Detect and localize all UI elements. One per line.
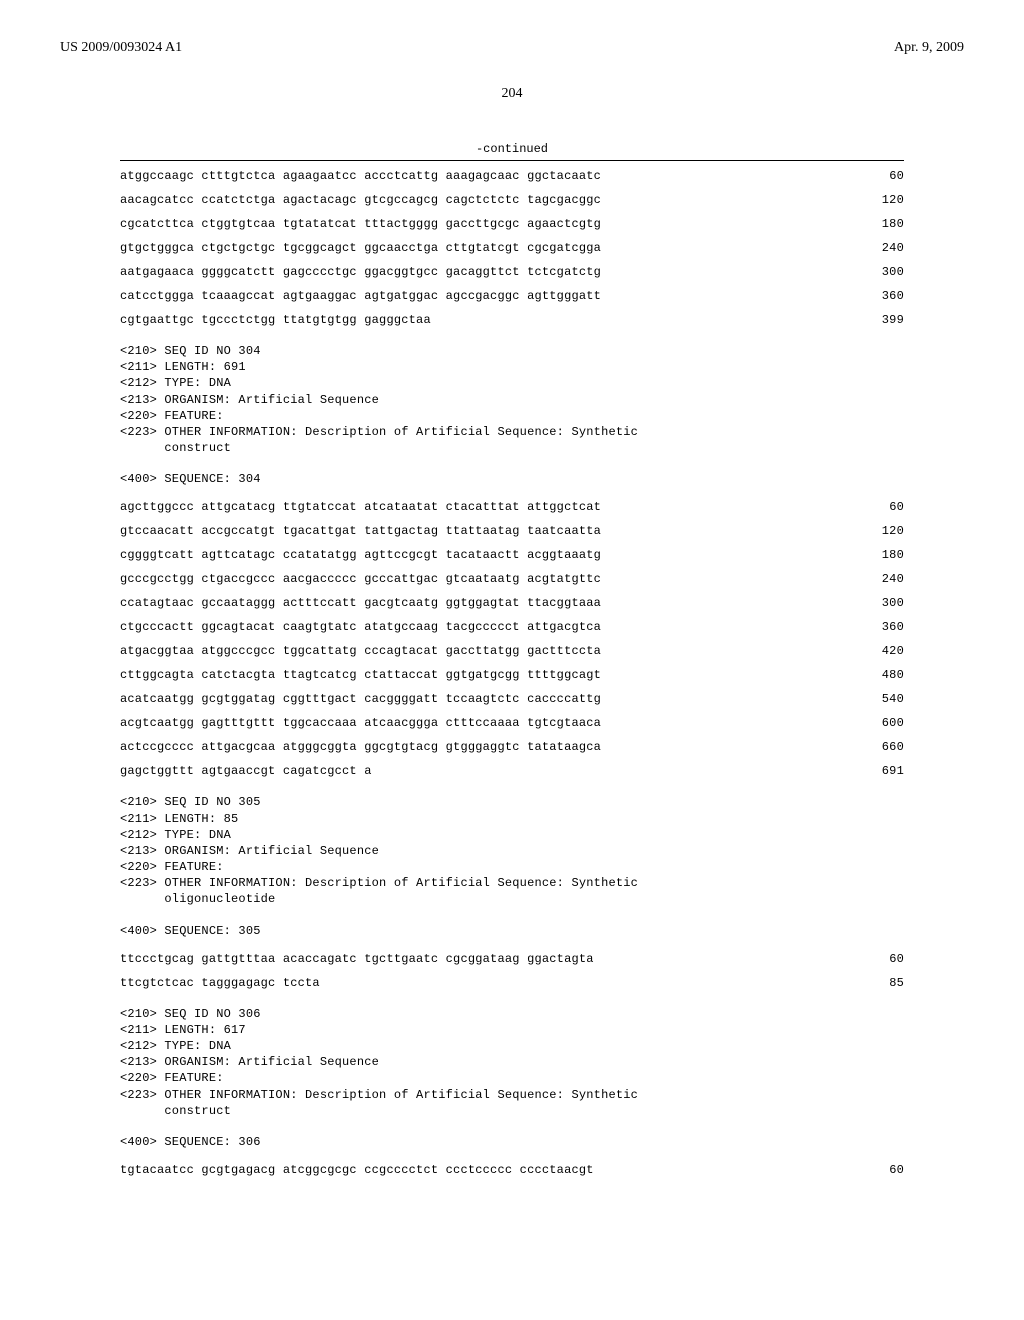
seq-row: acgtcaatgg gagtttgttt tggcaccaaa atcaacg… [120,716,904,730]
seq-row: ccatagtaac gccaataggg actttccatt gacgtca… [120,596,904,610]
seq-meta-305: <210> SEQ ID NO 305 <211> LENGTH: 85 <21… [120,794,904,907]
seq-header-305: <400> SEQUENCE: 305 [120,924,904,938]
seq-row: atggccaagc ctttgtctca agaagaatcc accctca… [120,169,904,183]
seq-block-prev: atggccaagc ctttgtctca agaagaatcc accctca… [120,169,904,327]
seq-row: gtccaacatt accgccatgt tgacattgat tattgac… [120,524,904,538]
publication-number: US 2009/0093024 A1 [60,40,182,56]
seq-row: aacagcatcc ccatctctga agactacagc gtcgcca… [120,193,904,207]
seq-row: cggggtcatt agttcatagc ccatatatgg agttccg… [120,548,904,562]
seq-row: ttcgtctcac tagggagagc tccta85 [120,976,904,990]
seq-row: aatgagaaca ggggcatctt gagcccctgc ggacggt… [120,265,904,279]
seq-block-304: agcttggccc attgcatacg ttgtatccat atcataa… [120,500,904,778]
continued-label: -continued [60,142,964,156]
page-header: US 2009/0093024 A1 Apr. 9, 2009 [60,40,964,56]
seq-block-305: ttccctgcag gattgtttaa acaccagatc tgcttga… [120,952,904,990]
seq-row: gagctggttt agtgaaccgt cagatcgcct a691 [120,764,904,778]
seq-header-306: <400> SEQUENCE: 306 [120,1135,904,1149]
seq-row: ttccctgcag gattgtttaa acaccagatc tgcttga… [120,952,904,966]
seq-row: gcccgcctgg ctgaccgccc aacgaccccc gcccatt… [120,572,904,586]
seq-row: ctgcccactt ggcagtacat caagtgtatc atatgcc… [120,620,904,634]
seq-meta-304: <210> SEQ ID NO 304 <211> LENGTH: 691 <2… [120,343,904,456]
seq-row: cgtgaattgc tgccctctgg ttatgtgtgg gagggct… [120,313,904,327]
sequence-listing: atggccaagc ctttgtctca agaagaatcc accctca… [120,160,904,1177]
seq-row: acatcaatgg gcgtggatag cggtttgact cacgggg… [120,692,904,706]
seq-row: tgtacaatcc gcgtgagacg atcggcgcgc ccgcccc… [120,1163,904,1177]
page-number: 204 [60,86,964,102]
seq-row: atgacggtaa atggcccgcc tggcattatg cccagta… [120,644,904,658]
seq-row: cttggcagta catctacgta ttagtcatcg ctattac… [120,668,904,682]
publication-date: Apr. 9, 2009 [894,40,964,56]
seq-row: actccgcccc attgacgcaa atgggcggta ggcgtgt… [120,740,904,754]
seq-header-304: <400> SEQUENCE: 304 [120,472,904,486]
seq-row: gtgctgggca ctgctgctgc tgcggcagct ggcaacc… [120,241,904,255]
seq-row: agcttggccc attgcatacg ttgtatccat atcataa… [120,500,904,514]
seq-block-306: tgtacaatcc gcgtgagacg atcggcgcgc ccgcccc… [120,1163,904,1177]
seq-row: cgcatcttca ctggtgtcaa tgtatatcat tttactg… [120,217,904,231]
seq-row: catcctggga tcaaagccat agtgaaggac agtgatg… [120,289,904,303]
seq-meta-306: <210> SEQ ID NO 306 <211> LENGTH: 617 <2… [120,1006,904,1119]
